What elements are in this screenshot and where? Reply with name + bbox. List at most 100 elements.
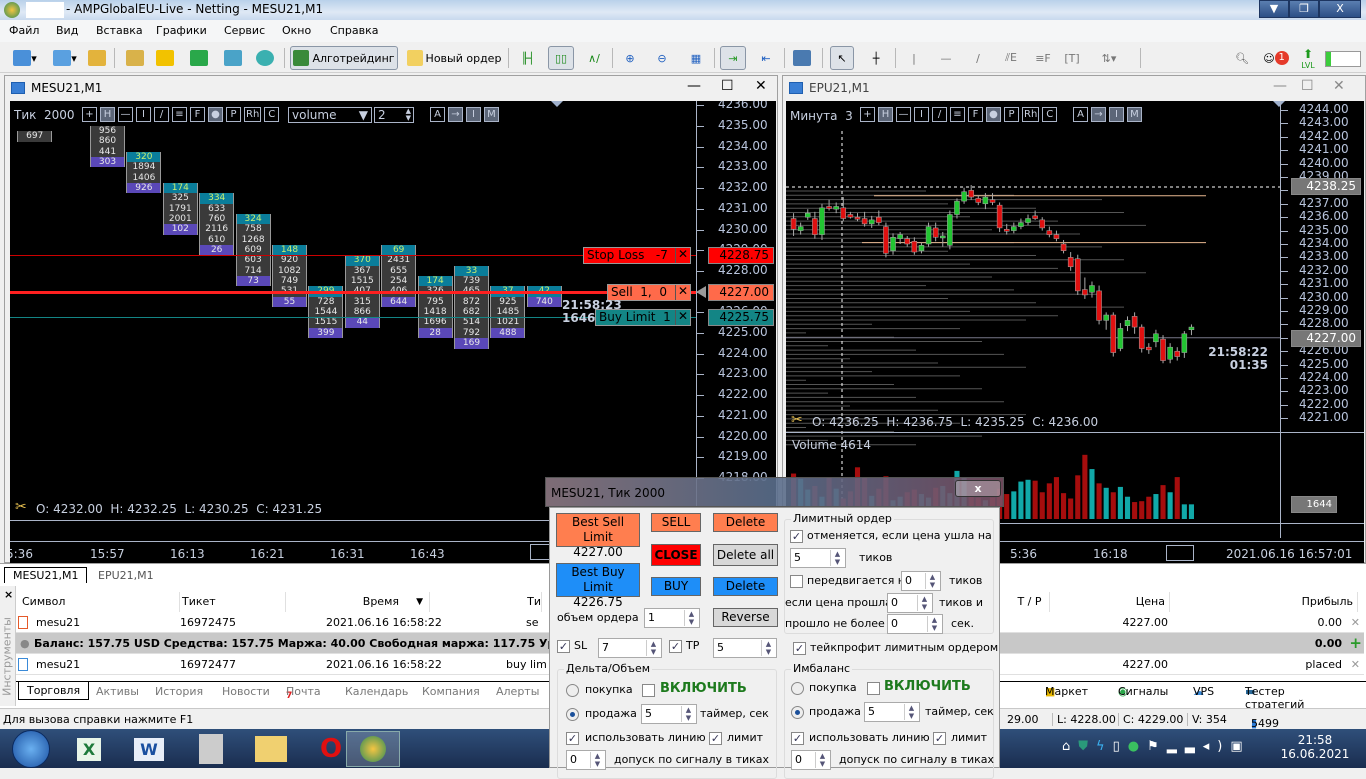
profiles-button[interactable]: ▾ [50,46,80,70]
zoom-out-button[interactable]: ⊖ [650,46,674,70]
tab-alerts[interactable]: Алерты [496,685,539,698]
taskbar-word[interactable]: W [122,731,176,767]
dialog-title-bar[interactable]: MESU21, Тик 2000 x [545,477,1004,507]
imbalance-use-line-checkbox[interactable]: ✓ [791,732,804,745]
tile-windows-button[interactable]: ▦ [684,46,708,70]
chart-shift-marker-icon[interactable] [551,101,563,107]
imbalance-enable-checkbox[interactable] [867,682,880,695]
restore-button[interactable]: ❐ [1289,0,1319,18]
moves-input[interactable]: 0 ▲ ▼ [901,571,941,591]
order-cancel-icon[interactable]: ✕ [675,284,690,300]
dialog-close-button[interactable]: x [955,480,1001,497]
autoscroll-button[interactable]: ⇥ [720,46,746,70]
window-minimize-button[interactable]: — [687,78,701,94]
close-button[interactable]: X [1319,0,1361,18]
cancel-if-checkbox[interactable]: ✓ [790,530,803,543]
notifications-button[interactable]: ☺ 1 [1262,46,1290,70]
cursor-tool-button[interactable]: ↖ [830,46,854,70]
chart-tool-button[interactable]: ● [208,107,223,122]
indicator-value-stepper[interactable]: 2 ▲ ▼ [374,107,414,123]
order-label-buy-limit[interactable]: Buy Limit 1 ✕ [595,309,691,327]
fibonacci-button[interactable]: ≡F [1030,46,1056,70]
indicator-select[interactable]: volume ▼ [288,107,372,123]
taskbar-metatrader[interactable] [346,731,400,767]
chart-tool-button[interactable]: I [914,107,929,122]
window-close-button[interactable]: ✕ [1333,78,1345,94]
templates-button[interactable] [790,46,814,70]
crosshair-button[interactable]: ┼ [864,46,888,70]
chart-tool-button[interactable]: + [82,107,97,122]
algotrading-button[interactable]: Алготрейдинг [290,46,398,70]
chart-mode-button[interactable]: → [448,107,463,122]
elliott-button[interactable]: ⫽E [998,46,1024,70]
add-icon[interactable]: + [1349,633,1362,654]
chart-mode-button[interactable]: M [484,107,499,122]
delete-all-button[interactable]: Delete all [713,544,778,566]
chart-tool-button[interactable]: H [100,107,115,122]
chart-tool-button[interactable]: Rh [244,107,262,122]
sl-input[interactable]: 7 ▲ ▼ [598,638,662,658]
tp-input[interactable]: 5 ▲ ▼ [713,638,777,658]
chart-tool-button[interactable]: / [932,107,947,122]
chart-tool-button[interactable]: ≡ [172,107,187,122]
order-volume-input[interactable]: 1 ▲ ▼ [644,608,700,628]
new-chart-button[interactable]: ▾ [10,46,40,70]
chart-mode-button[interactable]: I [466,107,481,122]
menu-tools[interactable]: Сервис [224,24,265,37]
column-header-price[interactable]: Цена [1052,592,1170,612]
chart-shift-marker-icon[interactable] [1273,101,1285,107]
tray-icons[interactable]: ⌂⛊ϟ▯●⚑▂▃◂)▣ [1062,739,1251,754]
vertical-line-button[interactable]: | [904,46,924,70]
moves-checkbox[interactable] [790,575,803,588]
chart-tool-button[interactable]: C [264,107,280,122]
chart-tool-button[interactable]: Rh [1022,107,1040,122]
account-button[interactable] [86,46,108,70]
start-button[interactable] [12,730,50,768]
tp-checkbox[interactable]: ✓ [669,640,682,653]
menu-file[interactable]: Файл [9,24,39,37]
tab-mail[interactable]: Почта 7 [286,685,321,701]
imbalance-tolerance-input[interactable]: 0 ▲ ▼ [791,750,831,770]
order-cancel-icon[interactable]: ✕ [675,248,690,264]
imbalance-limit-checkbox[interactable]: ✓ [933,732,946,745]
chart-tool-button[interactable]: P [226,107,241,122]
chart-tab-mesu21[interactable]: MESU21,M1 [4,567,88,583]
sl-checkbox[interactable]: ✓ [557,640,570,653]
delta-use-line-checkbox[interactable]: ✓ [566,732,579,745]
level-button[interactable]: ⬆ LVL [1296,46,1320,70]
market-button[interactable] [154,46,176,70]
bar-chart-button[interactable]: ╟┤ [516,46,540,70]
chart-tool-button[interactable]: F [968,107,983,122]
tab-news[interactable]: Новости [222,685,270,698]
close-position-button[interactable]: CLOSE [651,544,701,566]
text-tool-button[interactable]: [T] [1060,46,1084,70]
signals-button[interactable] [188,46,210,70]
delete-order-icon[interactable]: ✕ [1351,654,1360,675]
column-header-profit[interactable]: Прибыль [1172,592,1358,612]
taskbar-excel[interactable]: X [62,731,116,767]
delta-buy-radio[interactable] [566,684,579,697]
delta-tolerance-input[interactable]: 0 ▲ ▼ [566,750,606,770]
order-cancel-icon[interactable]: ✕ [675,310,690,326]
buy-button[interactable]: BUY [651,577,701,596]
minimize-button[interactable]: ▼ [1259,0,1289,18]
time-scroll-box[interactable] [1166,545,1194,561]
tab-history[interactable]: История [155,685,203,698]
chart-mode-button[interactable]: → [1091,107,1106,122]
search-button[interactable]: 🔍︎ [1232,46,1252,70]
chart-mode-button[interactable]: M [1127,107,1142,122]
chart-tool-button[interactable]: F [190,107,205,122]
horizontal-line-button[interactable]: — [934,46,958,70]
community-button[interactable] [254,46,276,70]
window-close-button[interactable]: ✕ [755,78,767,94]
menu-help[interactable]: Справка [330,24,378,37]
chart-tool-button[interactable]: / [154,107,169,122]
imbalance-sell-radio[interactable] [791,706,804,719]
chart-tab-epu21[interactable]: EPU21,M1 [98,569,154,582]
tab-calendar[interactable]: Календарь [345,685,408,698]
chart-mode-button[interactable]: A [430,107,445,122]
if-price-input[interactable]: 0 ▲ ▼ [887,593,933,613]
taskbar-calculator[interactable] [184,731,238,767]
menu-charts[interactable]: Графики [156,24,207,37]
column-header-tp[interactable]: T / P [1010,592,1050,612]
